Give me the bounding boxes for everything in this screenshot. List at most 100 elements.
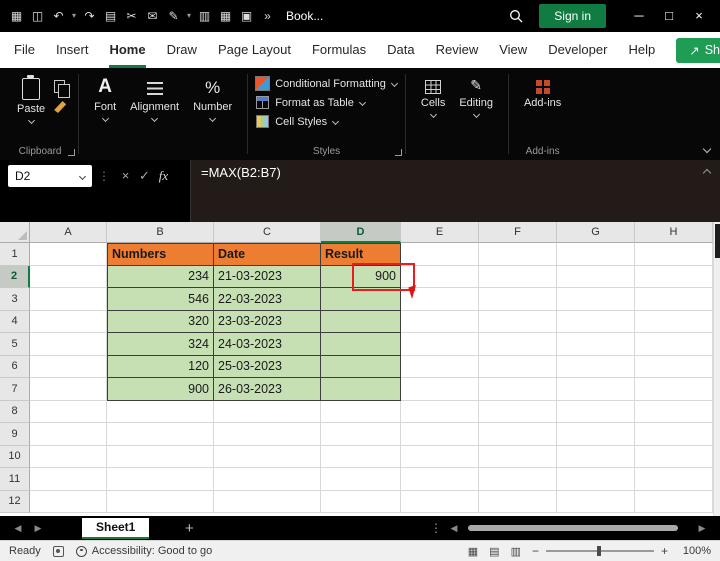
cell-G7[interactable]	[557, 378, 635, 401]
cell-H9[interactable]	[635, 423, 713, 446]
cell-E11[interactable]	[401, 468, 479, 491]
cell-H6[interactable]	[635, 355, 713, 378]
row-header-6[interactable]: 6	[0, 355, 30, 378]
column-header-E[interactable]: E	[401, 222, 479, 243]
cell-B1[interactable]: Numbers	[107, 243, 214, 266]
cut-icon[interactable]: ✂	[121, 0, 142, 32]
tab-help[interactable]: Help	[628, 32, 655, 68]
cell-E12[interactable]	[401, 490, 479, 513]
cell-C7[interactable]: 26-03-2023	[214, 378, 321, 401]
column-header-C[interactable]: C	[214, 222, 321, 243]
app-launcher-icon[interactable]: ▦	[6, 0, 27, 32]
cell-B12[interactable]	[107, 490, 214, 513]
cell-H5[interactable]	[635, 333, 713, 356]
undo-dropdown-icon[interactable]: ▾	[69, 0, 79, 32]
column-header-G[interactable]: G	[557, 222, 635, 243]
cells-button[interactable]: Cells	[414, 76, 452, 119]
cell-E10[interactable]	[401, 445, 479, 468]
zoom-out-button[interactable]: −	[532, 544, 539, 558]
page-layout-view-icon[interactable]: ▤	[489, 545, 499, 558]
cell-F7[interactable]	[479, 378, 557, 401]
formula-input[interactable]: =MAX(B2:B7)	[190, 160, 720, 222]
drag-handle-icon[interactable]: ⋮	[98, 165, 110, 187]
cell-C2[interactable]: 21-03-2023	[214, 265, 321, 288]
cell-B2[interactable]: 234	[107, 265, 214, 288]
paste-board-icon[interactable]: ▤	[100, 0, 121, 32]
cell-C12[interactable]	[214, 490, 321, 513]
cell-B4[interactable]: 320	[107, 310, 214, 333]
conditional-formatting-button[interactable]: Conditional Formatting	[255, 76, 398, 91]
cell-G10[interactable]	[557, 445, 635, 468]
cell-C8[interactable]	[214, 400, 321, 423]
cell-A9[interactable]	[30, 423, 107, 446]
cell-D6[interactable]	[321, 355, 401, 378]
cell-H11[interactable]	[635, 468, 713, 491]
clipboard-dialog-launcher-icon[interactable]	[68, 149, 76, 156]
printer-icon[interactable]: ▥	[194, 0, 215, 32]
tab-home[interactable]: Home	[109, 32, 145, 68]
tab-formulas[interactable]: Formulas	[312, 32, 366, 68]
cell-styles-button[interactable]: Cell Styles	[256, 115, 397, 128]
cell-C5[interactable]: 24-03-2023	[214, 333, 321, 356]
cell-F12[interactable]	[479, 490, 557, 513]
cell-A2[interactable]	[30, 265, 107, 288]
cell-A12[interactable]	[30, 490, 107, 513]
vertical-scrollbar[interactable]	[713, 222, 720, 516]
column-header-A[interactable]: A	[30, 222, 107, 243]
row-header-2[interactable]: 2	[0, 265, 30, 288]
cell-C3[interactable]: 22-03-2023	[214, 288, 321, 311]
dropdown-icon[interactable]: ▾	[184, 0, 194, 32]
horizontal-scrollbar[interactable]	[466, 523, 690, 533]
cell-H1[interactable]	[635, 243, 713, 266]
column-header-H[interactable]: H	[635, 222, 713, 243]
cell-D10[interactable]	[321, 445, 401, 468]
search-icon[interactable]	[509, 9, 523, 23]
cell-G4[interactable]	[557, 310, 635, 333]
sheet-options-icon[interactable]: ⋮	[428, 521, 444, 535]
cell-A6[interactable]	[30, 355, 107, 378]
new-sheet-button[interactable]: +	[179, 520, 199, 537]
cell-F4[interactable]	[479, 310, 557, 333]
cell-D3[interactable]	[321, 288, 401, 311]
cell-F1[interactable]	[479, 243, 557, 266]
redo-icon[interactable]: ↷	[79, 0, 100, 32]
editing-button[interactable]: ✎ Editing	[452, 76, 500, 119]
cancel-entry-button[interactable]: ×	[116, 165, 135, 187]
cell-B7[interactable]: 900	[107, 378, 214, 401]
insert-function-button[interactable]: fx	[154, 165, 173, 187]
cell-D7[interactable]	[321, 378, 401, 401]
column-header-F[interactable]: F	[479, 222, 557, 243]
row-header-1[interactable]: 1	[0, 243, 30, 266]
tab-draw[interactable]: Draw	[167, 32, 197, 68]
cell-H12[interactable]	[635, 490, 713, 513]
cell-B8[interactable]	[107, 400, 214, 423]
cell-A7[interactable]	[30, 378, 107, 401]
cell-F8[interactable]	[479, 400, 557, 423]
tab-file[interactable]: File	[14, 32, 35, 68]
cell-D5[interactable]	[321, 333, 401, 356]
styles-dialog-launcher-icon[interactable]	[394, 149, 402, 156]
cell-B10[interactable]	[107, 445, 214, 468]
cell-G2[interactable]	[557, 265, 635, 288]
name-box[interactable]: D2	[8, 165, 92, 187]
hscroll-right-icon[interactable]: ▶	[692, 523, 712, 534]
zoom-slider[interactable]	[545, 546, 654, 556]
tab-developer[interactable]: Developer	[548, 32, 607, 68]
cell-F5[interactable]	[479, 333, 557, 356]
pen-icon[interactable]: ✎	[163, 0, 184, 32]
column-header-D[interactable]: D	[321, 222, 401, 243]
normal-view-icon[interactable]: ▦	[468, 545, 478, 558]
cell-A10[interactable]	[30, 445, 107, 468]
collapse-formula-bar-icon[interactable]	[702, 168, 712, 178]
page-break-view-icon[interactable]: ▥	[511, 545, 521, 558]
cell-E5[interactable]	[401, 333, 479, 356]
cell-G6[interactable]	[557, 355, 635, 378]
accessibility-status[interactable]: Accessibility: Good to go	[75, 545, 212, 557]
horizontal-scrollbar-thumb[interactable]	[468, 525, 678, 531]
row-header-5[interactable]: 5	[0, 333, 30, 356]
cell-G5[interactable]	[557, 333, 635, 356]
zoom-slider-thumb[interactable]	[596, 546, 601, 556]
cell-G1[interactable]	[557, 243, 635, 266]
collapse-ribbon-chevron-icon[interactable]	[702, 144, 712, 154]
cell-A8[interactable]	[30, 400, 107, 423]
